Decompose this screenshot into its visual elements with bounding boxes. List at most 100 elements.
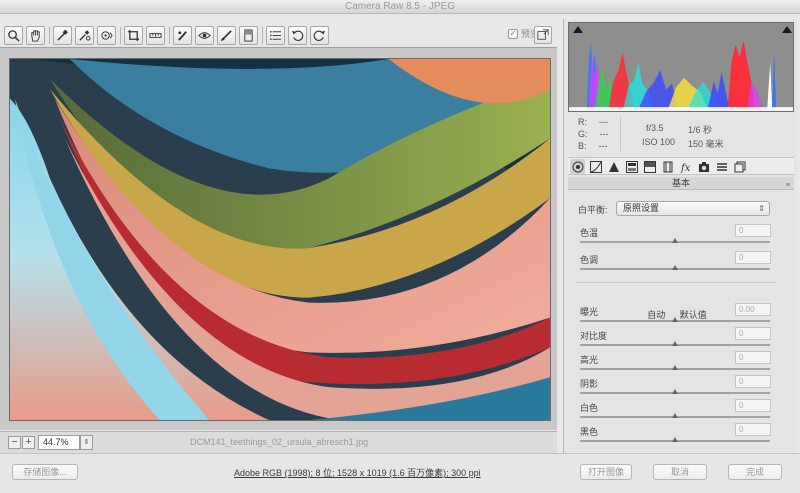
tint-slider-thumb[interactable] — [672, 265, 678, 270]
save-image-button[interactable]: 存储图像... — [12, 464, 78, 480]
panel-tabs: fx — [568, 157, 794, 175]
focal-length-value: 150 毫米 — [688, 139, 724, 149]
rotate-ccw-icon — [291, 30, 304, 41]
exposure-value-field[interactable]: 0.00 — [735, 303, 771, 316]
contrast-value-field[interactable]: 0 — [735, 327, 771, 340]
blacks-slider-thumb[interactable] — [672, 437, 678, 442]
hand-tool-button[interactable] — [26, 26, 45, 45]
brush-icon — [220, 30, 232, 42]
tab-camera-calibration[interactable] — [696, 159, 711, 174]
contrast-slider-thumb[interactable] — [672, 341, 678, 346]
default-button[interactable]: 默认值 — [680, 310, 707, 320]
graduated-filter-tool-button[interactable] — [239, 26, 258, 45]
contrast-label: 对比度 — [580, 331, 608, 341]
eyedropper-icon — [57, 29, 68, 41]
exposure-slider-thumb[interactable] — [672, 317, 678, 322]
zoom-tool-button[interactable] — [4, 26, 23, 45]
select-arrows-icon: ⇕ — [758, 204, 765, 213]
tint-value-field[interactable]: 0 — [735, 251, 771, 264]
snapshots-icon — [734, 161, 745, 172]
temperature-label: 色温 — [580, 228, 599, 238]
basic-section-title: 基本 — [671, 178, 690, 188]
shutter-value: 1/6 秒 — [688, 125, 713, 135]
iso-value: ISO 100 — [642, 137, 676, 147]
toolbar — [4, 24, 556, 46]
fullscreen-button[interactable] — [534, 26, 552, 44]
highlights-value-field[interactable]: 0 — [735, 351, 771, 364]
toolbar-separator — [49, 27, 50, 44]
presets-icon — [716, 162, 727, 171]
spot-removal-tool-button[interactable] — [173, 26, 192, 45]
white-balance-select[interactable]: 原照设置 ⇕ — [616, 201, 770, 216]
rotate-left-button[interactable] — [288, 26, 307, 45]
white-balance-value: 原照设置 — [623, 203, 660, 213]
photo-image — [10, 59, 550, 420]
whites-value-field[interactable]: 0 — [735, 399, 771, 412]
blacks-value-field[interactable]: 0 — [735, 423, 771, 436]
magnifier-icon — [8, 30, 20, 42]
color-sampler-tool-button[interactable] — [75, 26, 94, 45]
tab-effects[interactable]: fx — [678, 159, 693, 174]
white-balance-label: 白平衡: — [578, 205, 608, 215]
tone-curve-icon — [589, 160, 602, 173]
shadow-clipping-warning-icon[interactable] — [573, 26, 583, 33]
open-image-button[interactable]: 打开图像 — [580, 464, 632, 480]
zoom-out-button[interactable]: − — [8, 436, 21, 449]
whites-slider-thumb[interactable] — [672, 413, 678, 418]
basic-section-header: 基本 ≡ — [568, 177, 794, 190]
temperature-slider-thumb[interactable] — [672, 238, 678, 243]
fullscreen-icon — [537, 29, 549, 40]
adjustment-brush-tool-button[interactable] — [217, 26, 236, 45]
white-balance-tool-button[interactable] — [53, 26, 72, 45]
cancel-button[interactable]: 取消 — [653, 464, 707, 480]
tab-presets[interactable] — [714, 159, 729, 174]
camera-calibration-icon — [698, 161, 709, 172]
auto-button[interactable]: 自动 — [647, 310, 665, 320]
rotate-right-button[interactable] — [310, 26, 329, 45]
toolbar-separator — [120, 27, 121, 44]
done-button[interactable]: 完成 — [728, 464, 782, 480]
zoom-dropdown-arrow[interactable]: ⇕ — [80, 435, 93, 450]
target-adjust-icon — [101, 31, 113, 40]
list-icon — [270, 30, 282, 41]
temperature-value-field[interactable]: 0 — [735, 224, 771, 237]
panel-menu-icon[interactable]: ≡ — [786, 179, 790, 192]
shadows-slider-thumb[interactable] — [672, 389, 678, 394]
fx-icon: fx — [680, 163, 691, 173]
tab-basic[interactable] — [570, 159, 585, 174]
whites-label: 白色 — [580, 403, 599, 413]
image-canvas[interactable] — [0, 47, 557, 430]
highlight-clipping-warning-icon[interactable] — [782, 26, 792, 33]
crop-tool-button[interactable] — [124, 26, 143, 45]
highlights-slider-thumb[interactable] — [672, 365, 678, 370]
tab-detail[interactable] — [606, 159, 621, 174]
aperture-value: f/3.5 — [646, 123, 664, 133]
red-eye-tool-button[interactable] — [195, 26, 214, 45]
tab-snapshots[interactable] — [732, 159, 747, 174]
workflow-options-link[interactable]: Adobe RGB (1998); 8 位; 1528 x 1019 (1.6 … — [234, 466, 481, 479]
straighten-icon — [149, 33, 162, 38]
tab-hsl[interactable] — [624, 159, 639, 174]
b-readout: B: --- — [578, 141, 608, 151]
highlights-label: 高光 — [580, 355, 599, 365]
straighten-tool-button[interactable] — [146, 26, 165, 45]
exposure-label: 曝光 — [580, 307, 599, 317]
preferences-tool-button[interactable] — [266, 26, 285, 45]
window-title-bar: Camera Raw 8.5 - JPEG — [0, 0, 800, 14]
camera-info: R: --- G: --- B: --- f/3.5 1/6 秒 ISO 100 15… — [568, 115, 794, 153]
filename-label: DCM141_teethings_02_ursula_abresch1.jpg — [190, 437, 369, 447]
hand-icon — [31, 30, 40, 42]
zoom-in-button[interactable]: + — [22, 436, 35, 449]
tab-tone-curve[interactable] — [588, 159, 603, 174]
photo-preview[interactable] — [9, 58, 551, 421]
zoom-level-field[interactable]: 44.7% — [38, 435, 80, 450]
tab-split-toning[interactable] — [642, 159, 657, 174]
shadows-value-field[interactable]: 0 — [735, 375, 771, 388]
gradient-icon — [244, 29, 253, 42]
svg-text:fx: fx — [680, 163, 691, 173]
preview-checkbox[interactable]: ✓ — [508, 28, 518, 39]
spot-brush-icon — [178, 31, 187, 41]
targeted-adjustment-tool-button[interactable] — [97, 26, 116, 45]
tab-lens[interactable] — [660, 159, 675, 174]
window-title: Camera Raw 8.5 - JPEG — [344, 1, 456, 12]
